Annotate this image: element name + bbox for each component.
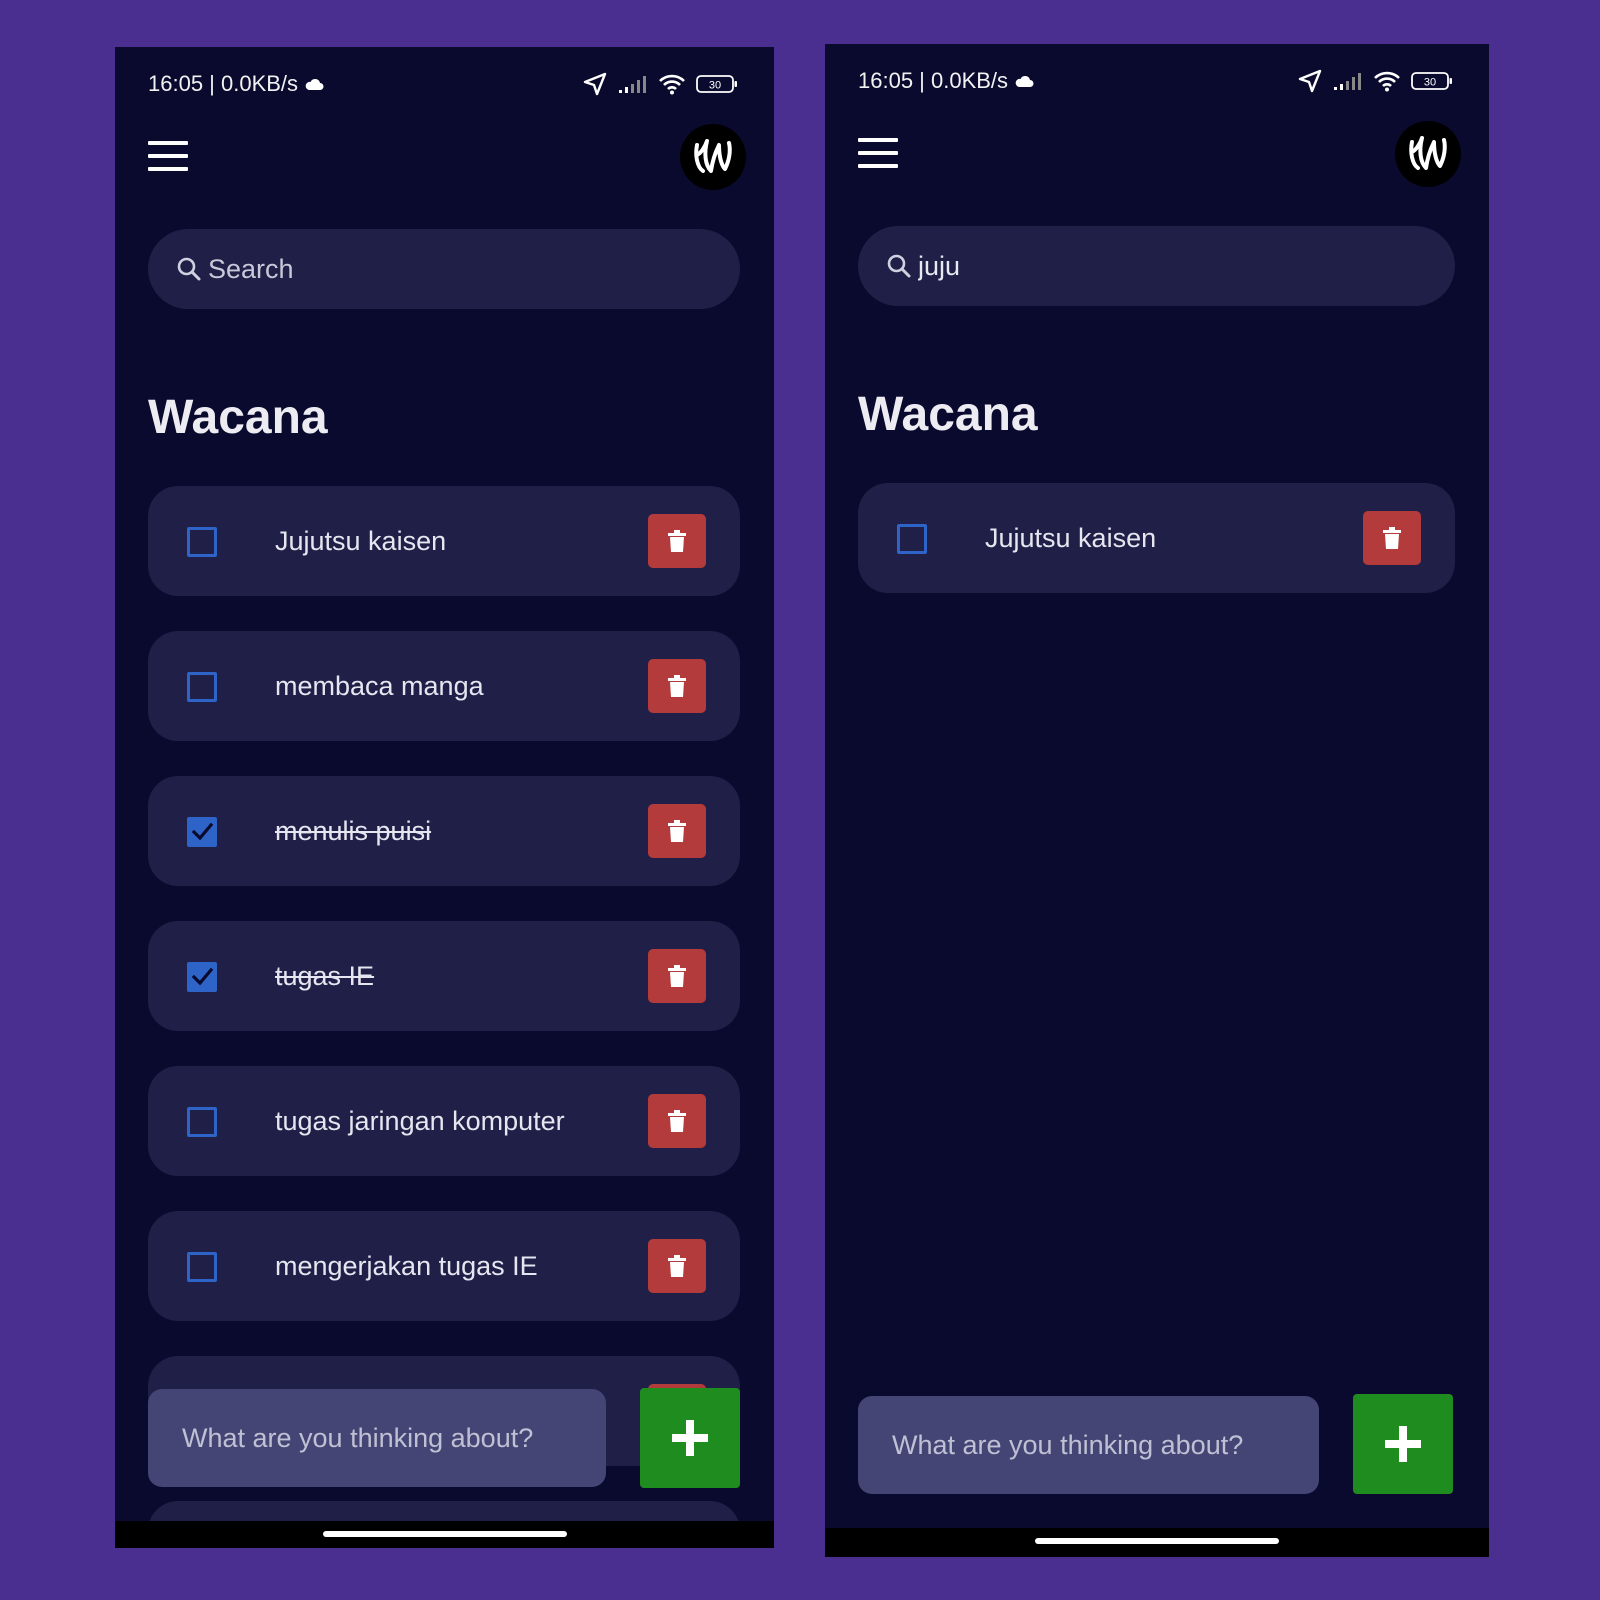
task-label: membaca manga — [275, 670, 484, 701]
signal-icon — [618, 74, 648, 94]
status-time-speed: 16:05 | 0.0KB/s — [858, 68, 1009, 93]
search-input[interactable] — [208, 253, 688, 285]
delete-button[interactable] — [648, 1239, 706, 1293]
location-arrow-icon — [1297, 68, 1323, 94]
status-bar: 16:05 | 0.0KB/s 30 — [148, 69, 738, 99]
search-icon — [176, 256, 202, 282]
task-checkbox[interactable] — [187, 527, 217, 557]
delete-button[interactable] — [1363, 511, 1421, 565]
location-arrow-icon — [582, 71, 608, 97]
navigation-bar — [825, 1528, 1489, 1557]
cloud-icon — [1014, 74, 1034, 88]
task-checkbox[interactable] — [897, 524, 927, 554]
trash-icon — [668, 820, 686, 842]
trash-icon — [668, 1110, 686, 1132]
menu-icon[interactable] — [148, 141, 188, 171]
search-bar[interactable] — [148, 229, 740, 309]
phone-screen-left: 16:05 | 0.0KB/s 30 Search Wacana Jujutsu… — [115, 47, 774, 1548]
new-task-input[interactable] — [858, 1396, 1319, 1494]
home-indicator[interactable] — [1035, 1538, 1279, 1544]
delete-button[interactable] — [648, 804, 706, 858]
trash-icon — [668, 530, 686, 552]
navigation-bar — [115, 1521, 774, 1548]
avatar[interactable] — [1395, 121, 1461, 187]
task-checkbox[interactable] — [187, 962, 217, 992]
search-icon — [886, 253, 912, 279]
task-item: menulis puisi — [148, 776, 740, 886]
battery-level: 30 — [1424, 77, 1436, 89]
task-item: Jujutsu kaisen — [148, 486, 740, 596]
battery-level: 30 — [709, 80, 721, 92]
new-task-input[interactable] — [148, 1389, 606, 1487]
task-label: tugas IE — [275, 960, 375, 991]
home-indicator[interactable] — [322, 1531, 567, 1537]
page-title: Wacana — [148, 391, 328, 444]
logo-icon — [1409, 136, 1447, 170]
trash-icon — [1383, 527, 1401, 549]
add-task-button[interactable] — [640, 1388, 740, 1488]
plus-icon — [1385, 1426, 1421, 1462]
search-input[interactable] — [918, 250, 1398, 282]
wifi-icon — [658, 73, 686, 95]
cloud-icon — [304, 77, 324, 91]
plus-icon — [672, 1420, 708, 1456]
add-task-button[interactable] — [1353, 1394, 1453, 1494]
task-checkbox[interactable] — [187, 672, 217, 702]
delete-button[interactable] — [648, 659, 706, 713]
task-item: mengerjakan tugas IE — [148, 1211, 740, 1321]
delete-button[interactable] — [648, 514, 706, 568]
signal-icon — [1333, 71, 1363, 91]
delete-button[interactable] — [648, 1094, 706, 1148]
checkmark-icon — [191, 967, 214, 986]
task-item: membaca manga — [148, 631, 740, 741]
task-label: Jujutsu kaisen — [985, 522, 1157, 553]
search-bar[interactable] — [858, 226, 1455, 306]
status-bar: 16:05 | 0.0KB/s 30 — [858, 66, 1453, 96]
task-checkbox[interactable] — [187, 817, 217, 847]
task-item: tugas jaringan komputer — [148, 1066, 740, 1176]
avatar[interactable] — [680, 124, 746, 190]
task-item: Jujutsu kaisen — [858, 483, 1455, 593]
checkmark-icon — [191, 822, 214, 841]
task-label: menulis puisi — [275, 815, 432, 846]
task-label: Jujutsu kaisen — [275, 525, 447, 556]
trash-icon — [668, 965, 686, 987]
task-item: tugas IE — [148, 921, 740, 1031]
task-label: tugas jaringan komputer — [275, 1105, 565, 1136]
phone-screen-right: 16:05 | 0.0KB/s 30 juju Wacana Jujutsu k… — [825, 44, 1489, 1557]
trash-icon — [668, 675, 686, 697]
task-checkbox[interactable] — [187, 1252, 217, 1282]
delete-button[interactable] — [648, 949, 706, 1003]
battery-icon: 30 — [696, 74, 738, 94]
battery-icon: 30 — [1411, 71, 1453, 91]
page-title: Wacana — [858, 388, 1038, 441]
menu-icon[interactable] — [858, 138, 898, 168]
logo-icon — [694, 139, 732, 173]
task-checkbox[interactable] — [187, 1107, 217, 1137]
wifi-icon — [1373, 70, 1401, 92]
task-label: mengerjakan tugas IE — [275, 1250, 538, 1281]
status-time-speed: 16:05 | 0.0KB/s — [148, 71, 299, 96]
trash-icon — [668, 1255, 686, 1277]
